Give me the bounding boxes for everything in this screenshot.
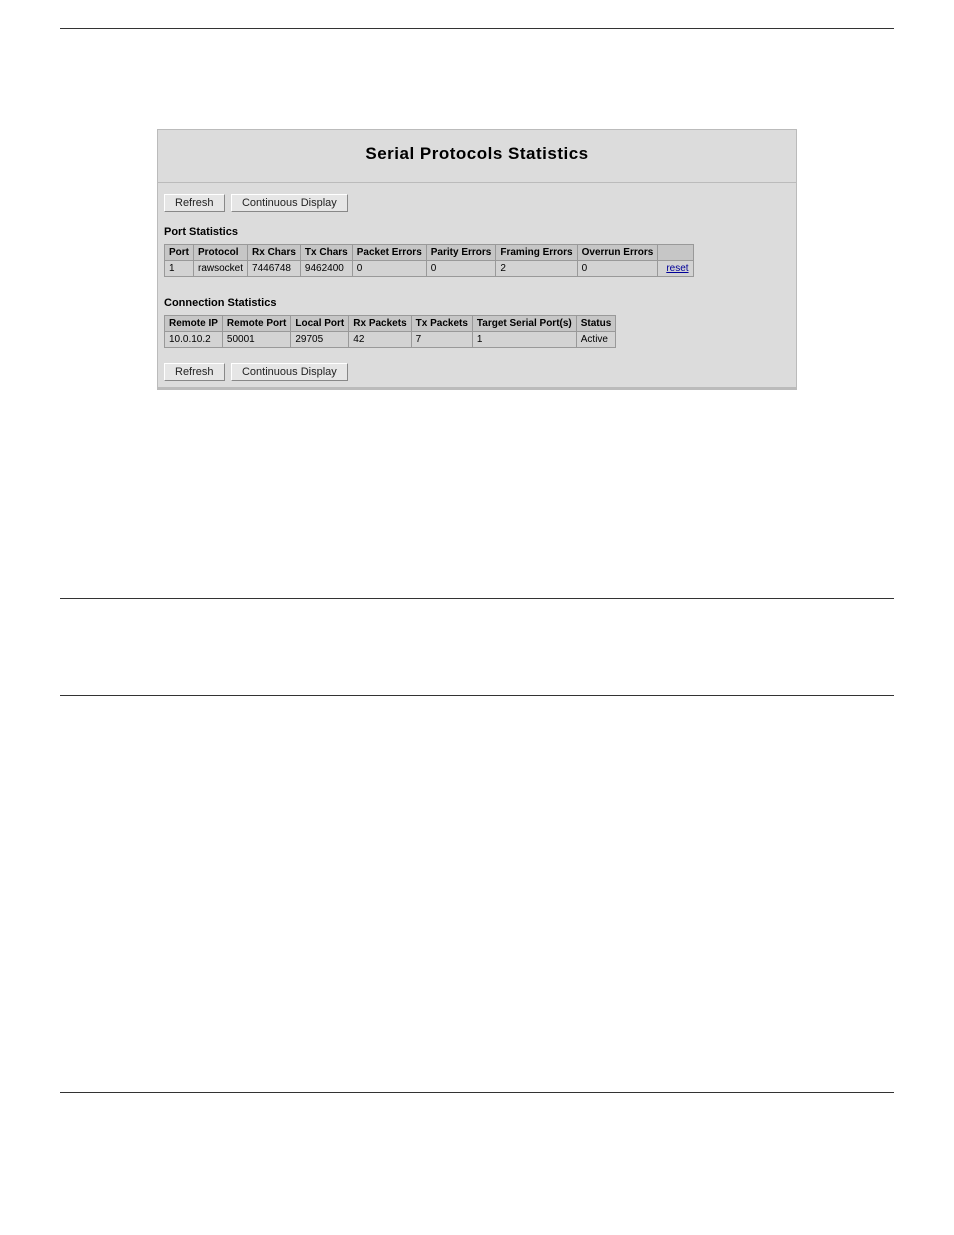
col-local-port: Local Port [291,316,349,332]
col-packet-errors: Packet Errors [352,245,426,261]
col-tx-chars: Tx Chars [300,245,352,261]
cell-protocol: rawsocket [194,261,248,277]
button-row-top: Refresh Continuous Display [158,189,796,216]
col-rx-packets: Rx Packets [349,316,411,332]
cell-tx-chars: 9462400 [300,261,352,277]
cell-tx-packets: 7 [411,332,472,348]
col-target-serial: Target Serial Port(s) [472,316,576,332]
cell-parity-errors: 0 [426,261,496,277]
table-header-row: Port Protocol Rx Chars Tx Chars Packet E… [165,245,694,261]
cell-packet-errors: 0 [352,261,426,277]
col-rx-chars: Rx Chars [248,245,301,261]
button-row-bottom: Refresh Continuous Display [158,358,796,385]
col-tx-packets: Tx Packets [411,316,472,332]
port-statistics-table: Port Protocol Rx Chars Tx Chars Packet E… [164,244,694,277]
refresh-button[interactable]: Refresh [164,363,225,381]
cell-port: 1 [165,261,194,277]
table-header-row: Remote IP Remote Port Local Port Rx Pack… [165,316,616,332]
col-remote-ip: Remote IP [165,316,223,332]
cell-rx-packets: 42 [349,332,411,348]
cell-remote-ip: 10.0.10.2 [165,332,223,348]
cell-remote-port: 50001 [222,332,290,348]
cell-status: Active [576,332,616,348]
col-parity-errors: Parity Errors [426,245,496,261]
port-statistics-heading: Port Statistics [158,216,796,244]
lower-divider [60,695,894,696]
cell-rx-chars: 7446748 [248,261,301,277]
cell-local-port: 29705 [291,332,349,348]
continuous-display-button[interactable]: Continuous Display [231,194,348,212]
table-row: 10.0.10.2 50001 29705 42 7 1 Active [165,332,616,348]
connection-statistics-table: Remote IP Remote Port Local Port Rx Pack… [164,315,616,348]
cell-target-serial: 1 [472,332,576,348]
connection-statistics-heading: Connection Statistics [158,287,796,315]
footer-divider [60,1092,894,1093]
col-overrun-errors: Overrun Errors [577,245,658,261]
panel-title: Serial Protocols Statistics [158,130,796,182]
continuous-display-button[interactable]: Continuous Display [231,363,348,381]
col-remote-port: Remote Port [222,316,290,332]
cell-overrun-errors: 0 [577,261,658,277]
cell-reset: reset [658,261,693,277]
cell-framing-errors: 2 [496,261,577,277]
col-port: Port [165,245,194,261]
top-divider [60,28,894,29]
refresh-button[interactable]: Refresh [164,194,225,212]
mid-divider [60,598,894,599]
col-framing-errors: Framing Errors [496,245,577,261]
col-status: Status [576,316,616,332]
table-row: 1 rawsocket 7446748 9462400 0 0 2 0 rese… [165,261,694,277]
panel-body: Refresh Continuous Display Port Statisti… [158,182,796,387]
col-protocol: Protocol [194,245,248,261]
reset-link[interactable]: reset [662,263,688,274]
col-reset [658,245,693,261]
panel-bottom-border [158,387,796,389]
serial-protocols-panel: Serial Protocols Statistics Refresh Cont… [157,129,797,390]
